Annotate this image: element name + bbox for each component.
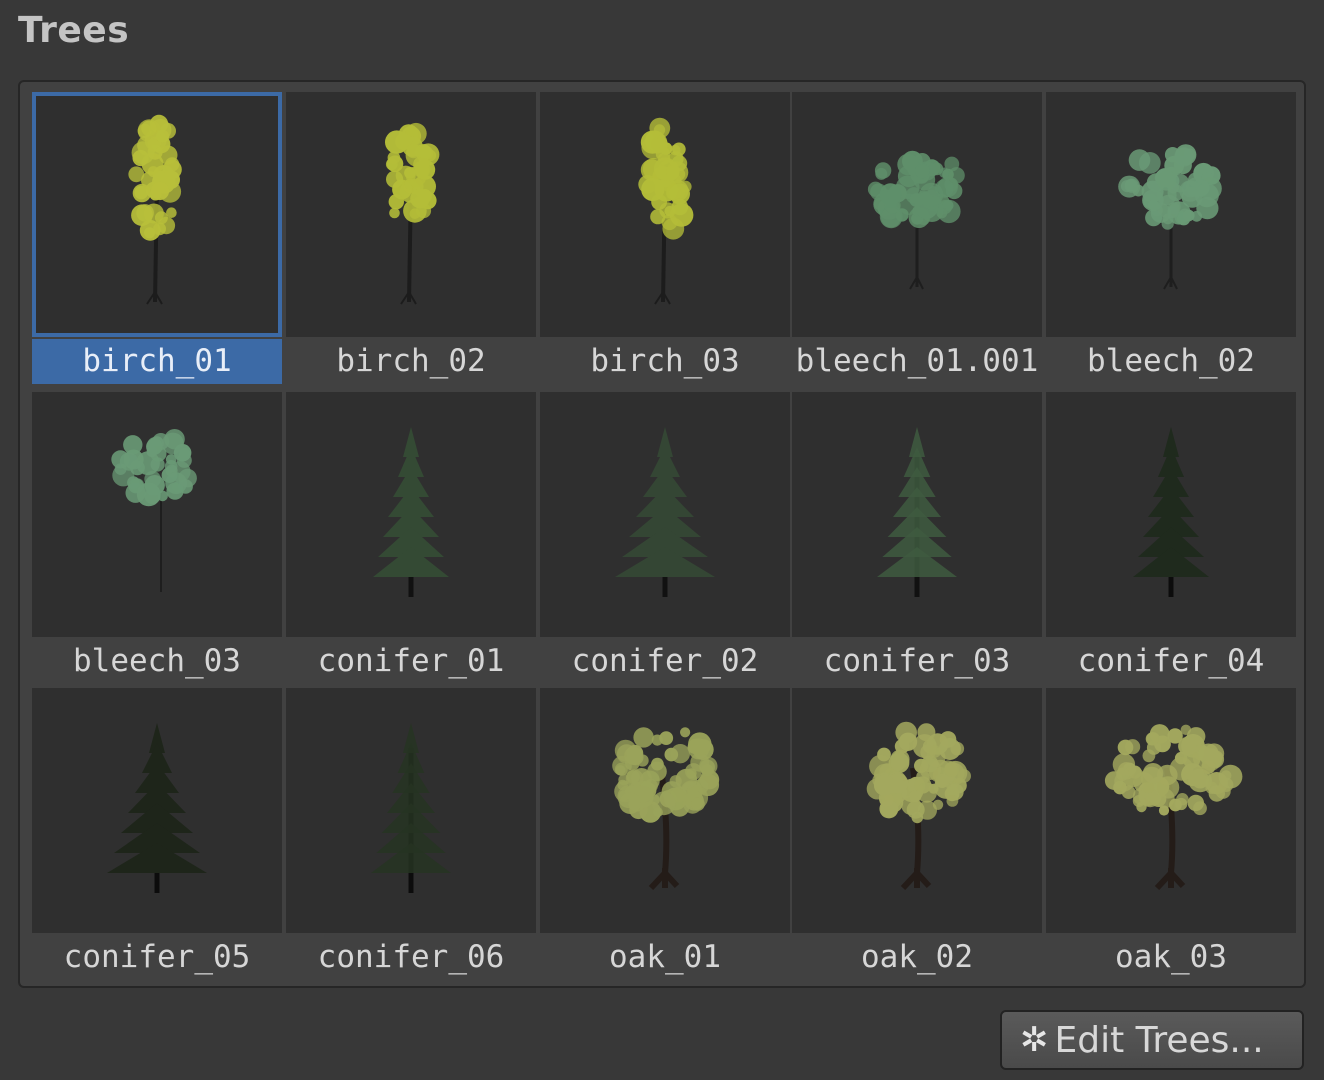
tree-name: oak_01 xyxy=(609,939,721,975)
tree-tile[interactable]: bleech_03 xyxy=(32,392,282,688)
tree-name: conifer_03 xyxy=(823,643,1011,679)
edit-trees-label: Edit Trees... xyxy=(1054,1019,1264,1061)
tree-preview-icon xyxy=(877,427,957,597)
tree-preview-icon xyxy=(1118,144,1222,290)
tree-tile[interactable]: conifer_04 xyxy=(1046,392,1296,688)
tree-thumbnail xyxy=(32,92,282,337)
tree-thumbnail xyxy=(540,392,790,637)
tree-name: bleech_02 xyxy=(1087,343,1255,379)
tree-tile[interactable]: conifer_01 xyxy=(286,392,536,688)
tree-name: conifer_05 xyxy=(63,939,251,975)
tree-preview-icon xyxy=(128,114,182,305)
tree-preview-icon xyxy=(1133,427,1209,597)
tree-tile[interactable]: bleech_01.001 xyxy=(792,92,1042,388)
tree-thumbnail xyxy=(32,688,282,933)
tree-tile[interactable]: conifer_03 xyxy=(792,392,1042,688)
tree-tile[interactable]: birch_03 xyxy=(540,92,790,388)
tree-name: conifer_06 xyxy=(317,939,505,975)
tree-name: birch_02 xyxy=(336,343,486,379)
section-title: Trees xyxy=(18,10,130,51)
tree-preview-icon xyxy=(385,122,440,305)
tree-name: conifer_04 xyxy=(1077,643,1265,679)
tree-tile[interactable]: conifer_02 xyxy=(540,392,790,688)
tree-thumbnail xyxy=(1046,688,1296,933)
tree-preview-icon xyxy=(107,723,207,893)
tree-preview-icon xyxy=(867,150,965,290)
tree-tile[interactable]: birch_02 xyxy=(286,92,536,388)
tree-thumbnail xyxy=(1046,392,1296,637)
edit-trees-button[interactable]: ✲ Edit Trees... xyxy=(1000,1010,1304,1070)
tree-tile[interactable]: conifer_05 xyxy=(32,688,282,984)
tree-preview-icon xyxy=(638,117,694,305)
tree-tile[interactable]: oak_02 xyxy=(792,688,1042,984)
tree-thumbnail xyxy=(286,688,536,933)
tree-preview-icon xyxy=(615,427,715,597)
tree-thumbnail xyxy=(32,392,282,637)
tree-preview-icon xyxy=(866,721,971,891)
tree-preview-icon xyxy=(111,429,197,592)
tree-thumbnail xyxy=(540,92,790,337)
tree-thumbnail xyxy=(792,688,1042,933)
tree-name: oak_02 xyxy=(861,939,973,975)
tree-name: birch_03 xyxy=(590,343,740,379)
tree-tile[interactable]: conifer_06 xyxy=(286,688,536,984)
tree-tile[interactable]: birch_01 xyxy=(32,92,282,388)
tree-thumbnail xyxy=(286,92,536,337)
tree-preview-icon xyxy=(1104,724,1243,891)
tree-preview-icon xyxy=(371,723,451,893)
tree-grid: birch_01 birch_02 birch_03 bleech_01.001 ble… xyxy=(18,80,1306,988)
tree-thumbnail xyxy=(792,92,1042,337)
tree-thumbnail xyxy=(792,392,1042,637)
tree-tile[interactable]: oak_01 xyxy=(540,688,790,984)
trees-panel: Trees birch_01 birch_02 birch_03 bleech_01.… xyxy=(0,0,1324,1080)
tree-name: bleech_01.001 xyxy=(795,343,1039,379)
tree-preview-icon xyxy=(373,427,449,597)
tree-tile[interactable]: bleech_02 xyxy=(1046,92,1296,388)
tree-name: birch_01 xyxy=(32,339,282,384)
tree-name: oak_03 xyxy=(1115,939,1227,975)
tree-tile[interactable]: oak_03 xyxy=(1046,688,1296,984)
gear-icon: ✲ xyxy=(1020,1020,1049,1060)
tree-name: conifer_01 xyxy=(317,643,505,679)
tree-name: bleech_03 xyxy=(73,643,241,679)
tree-thumbnail xyxy=(1046,92,1296,337)
tree-thumbnail xyxy=(540,688,790,933)
tree-thumbnail xyxy=(286,392,536,637)
tree-name: conifer_02 xyxy=(571,643,759,679)
tree-preview-icon xyxy=(612,727,720,891)
